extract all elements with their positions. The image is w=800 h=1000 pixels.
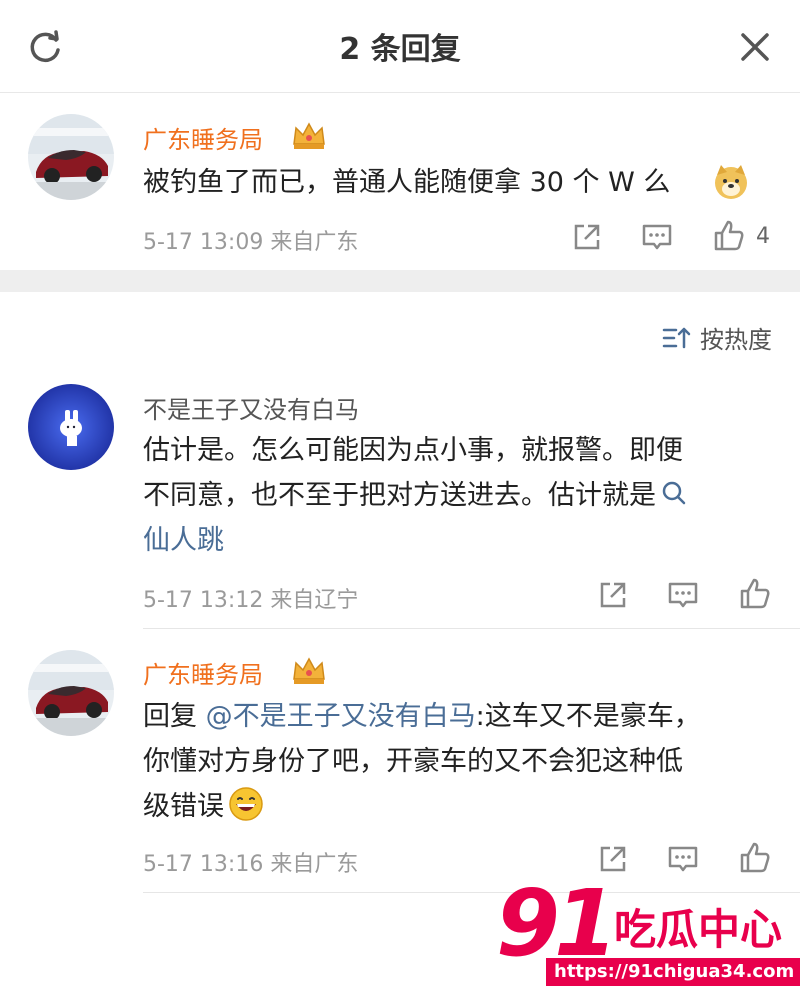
like-icon[interactable] [738, 841, 772, 875]
search-icon [660, 476, 688, 505]
avatar[interactable] [28, 114, 114, 200]
crown-badge-icon [290, 653, 328, 687]
share-icon[interactable] [596, 578, 630, 612]
watermark-text: 吃瓜中心 [614, 905, 783, 954]
like-icon[interactable] [738, 577, 772, 611]
comment-meta: 5-17 13:09 来自广东 [143, 230, 359, 255]
like-count: 4 [756, 224, 770, 249]
reply-meta: 5-17 13:16 来自广东 [143, 852, 359, 877]
comment-icon[interactable] [666, 842, 700, 876]
mention-link[interactable]: @不是王子又没有白马 [206, 701, 476, 732]
reply-meta: 5-17 13:12 来自辽宁 [143, 588, 359, 613]
username[interactable]: 广东睡务局 [143, 120, 263, 155]
search-topic-link[interactable]: 仙人跳 [143, 518, 763, 563]
username[interactable]: 不是王子又没有白马 [143, 390, 359, 425]
reply-text: 估计是。怎么可能因为点小事，就报警。即便 不同意，也不至于把对方送进去。估计就是… [143, 428, 763, 563]
sort-by-hot-button[interactable]: 按热度 [662, 320, 772, 355]
reply-text: 回复 @不是王子又没有白马:这车又不是豪车， 你懂对方身份了吧，开豪车的又不会犯… [143, 701, 701, 822]
page-title: 2 条回复 [339, 32, 461, 67]
share-icon[interactable] [570, 220, 604, 254]
comment-icon[interactable] [640, 220, 674, 254]
sort-label: 按热度 [700, 326, 772, 354]
crown-badge-icon [290, 118, 328, 152]
username[interactable]: 广东睡务局 [143, 655, 263, 690]
avatar[interactable] [28, 384, 114, 470]
section-separator [0, 270, 800, 292]
header-bar: 2 条回复 [0, 0, 800, 93]
sort-icon [662, 327, 691, 348]
grin-emoji-icon [228, 786, 264, 822]
watermark-logo: 91 吃瓜中心 https://91chigua34.com [496, 870, 800, 990]
comment-icon[interactable] [666, 578, 700, 612]
divider [143, 628, 800, 629]
comment-text: 被钓鱼了而已，普通人能随便拿 30 个 W 么 [143, 167, 671, 198]
doge-emoji-icon [712, 163, 750, 201]
watermark-url: https://91chigua34.com [546, 958, 800, 986]
avatar[interactable] [28, 650, 114, 736]
like-icon[interactable] [712, 219, 746, 253]
close-icon[interactable] [736, 28, 774, 66]
